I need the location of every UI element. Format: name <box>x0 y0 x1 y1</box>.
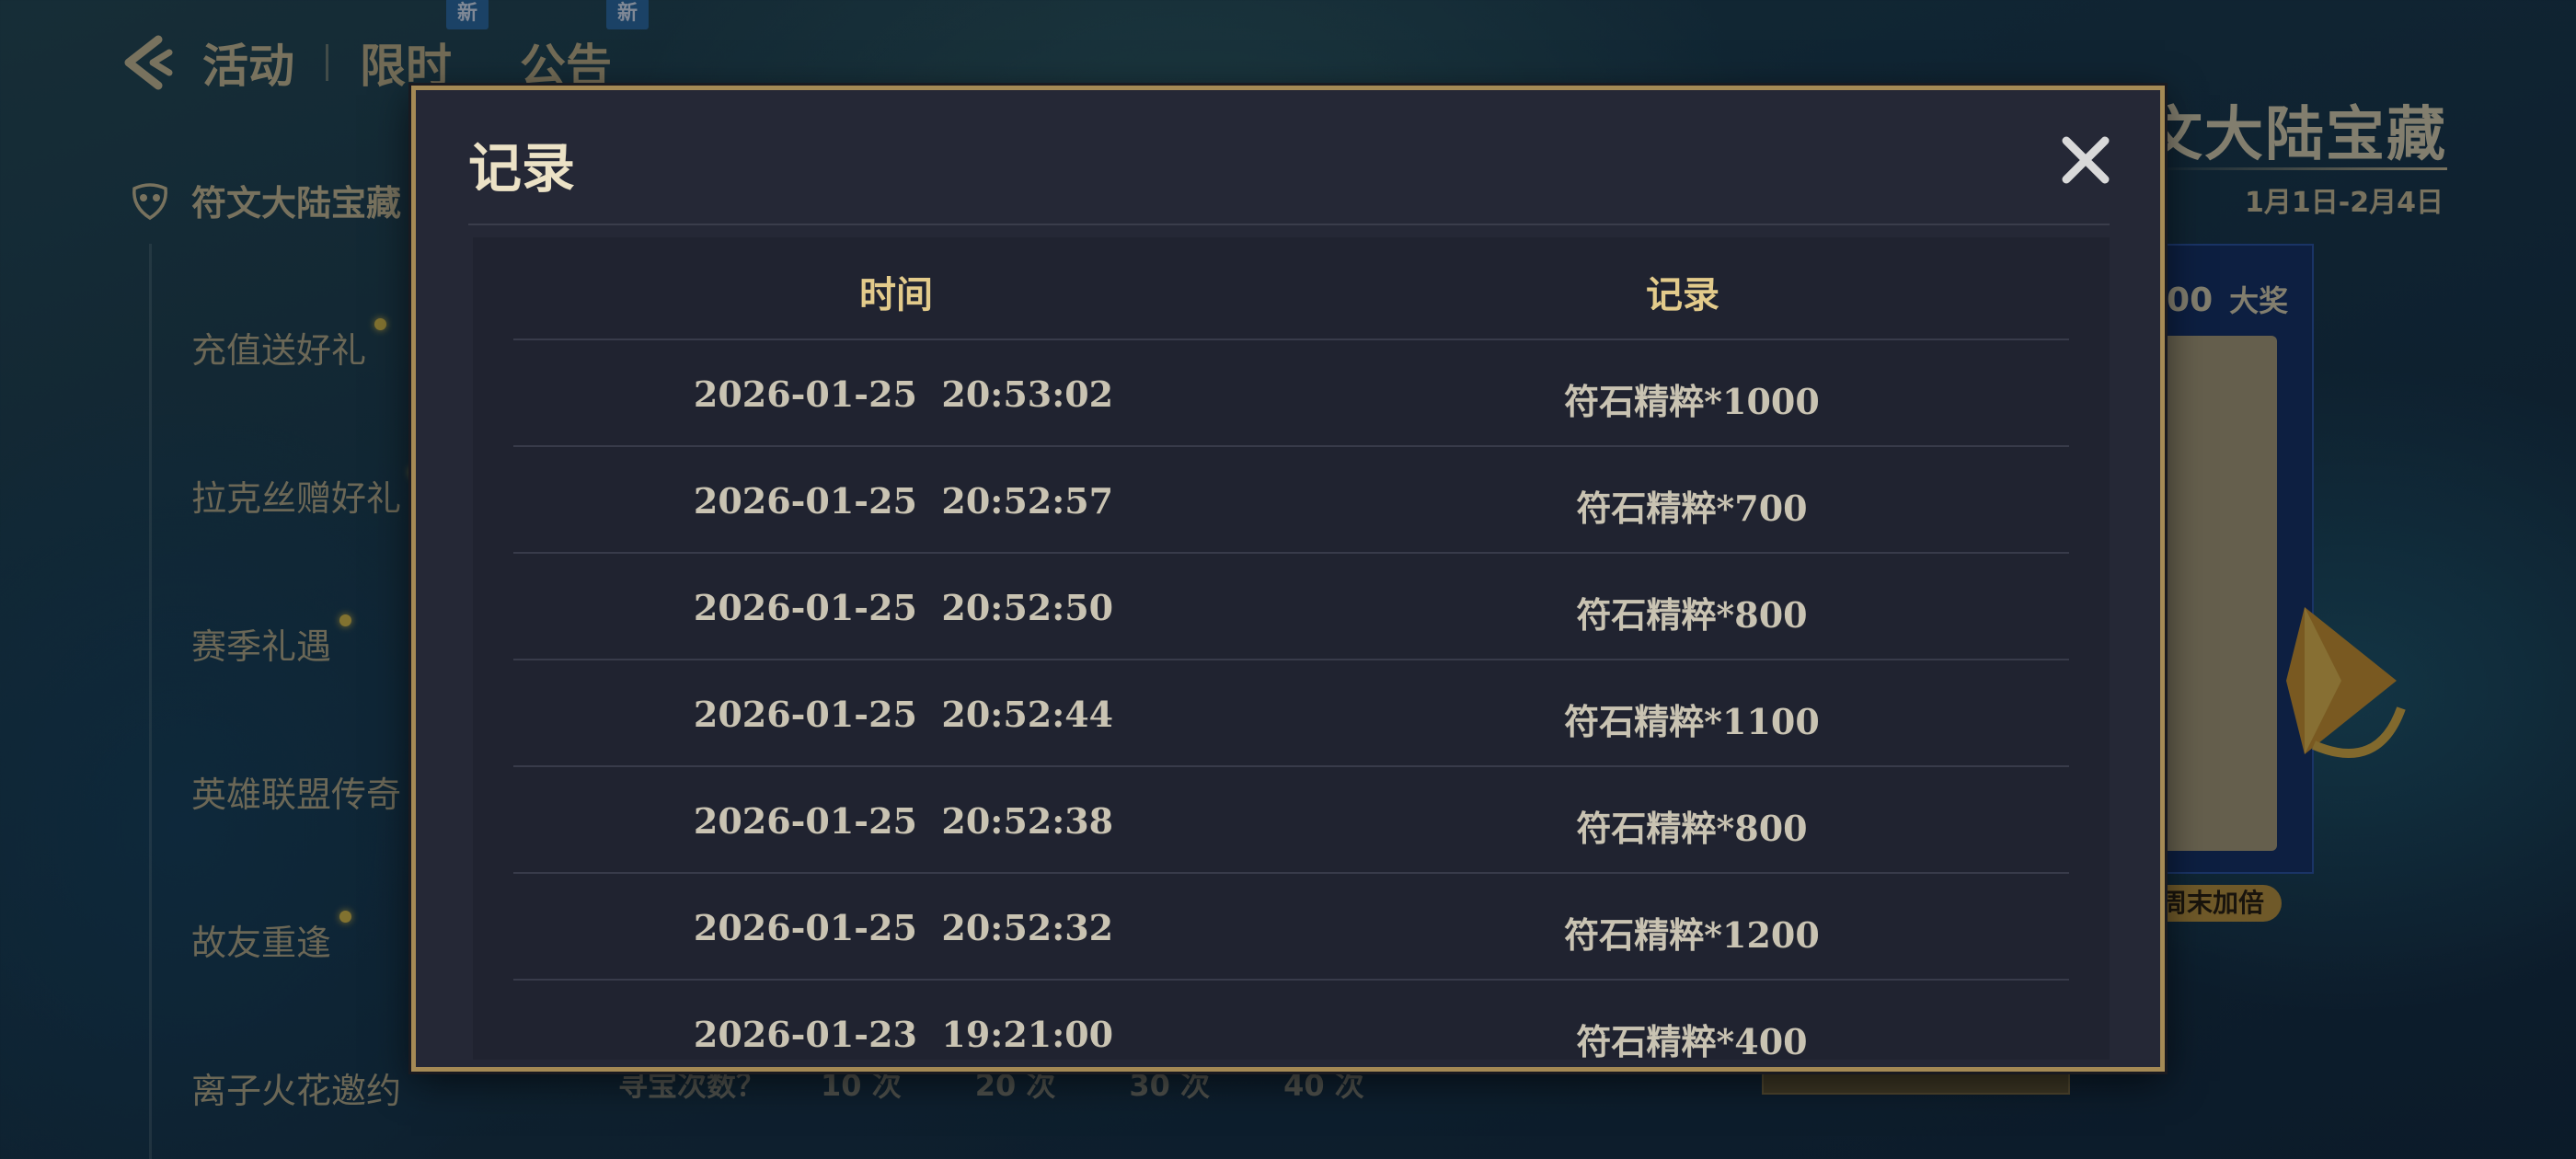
table-row: 2026-01-23 19:21:00 符石精粹*400 <box>513 981 2069 1060</box>
row-time: 2026-01-25 20:53:02 <box>693 373 1114 415</box>
table-row: 2026-01-25 20:53:02 符石精粹*1000 <box>513 340 2069 447</box>
table-row: 2026-01-25 20:52:57 符石精粹*700 <box>513 447 2069 554</box>
row-time: 2026-01-25 20:52:57 <box>693 480 1114 522</box>
table-row: 2026-01-25 20:52:38 符石精粹*800 <box>513 767 2069 874</box>
row-record: 符石精粹*1200 <box>1564 914 1820 956</box>
row-record: 符石精粹*1000 <box>1564 381 1820 422</box>
column-header-time: 时间 <box>859 274 933 316</box>
column-header-record: 记录 <box>1646 274 1719 316</box>
row-time: 2026-01-25 20:52:50 <box>693 587 1114 628</box>
row-record: 符石精粹*700 <box>1576 488 1808 529</box>
row-time: 2026-01-25 20:52:38 <box>693 800 1114 842</box>
title-divider <box>468 224 2110 225</box>
row-time: 2026-01-25 20:52:32 <box>693 907 1114 948</box>
record-table[interactable]: 时间 记录 2026-01-25 20:53:02 符石精粹*1000 2026… <box>473 237 2110 1060</box>
row-record: 符石精粹*800 <box>1576 808 1808 849</box>
table-row: 2026-01-25 20:52:50 符石精粹*800 <box>513 554 2069 660</box>
row-record: 符石精粹*1100 <box>1564 701 1820 742</box>
dialog-title: 记录 <box>468 137 576 200</box>
table-row: 2026-01-25 20:52:44 符石精粹*1100 <box>513 660 2069 767</box>
table-header: 时间 记录 <box>513 237 2069 340</box>
row-record: 符石精粹*800 <box>1576 594 1808 636</box>
table-row: 2026-01-25 20:52:32 符石精粹*1200 <box>513 874 2069 981</box>
row-time: 2026-01-25 20:52:44 <box>693 694 1114 735</box>
row-record: 符石精粹*400 <box>1576 1021 1808 1060</box>
row-time: 2026-01-23 19:21:00 <box>693 1014 1114 1055</box>
close-icon[interactable] <box>2057 132 2114 189</box>
record-dialog: 记录 时间 记录 2026-01-25 20:53:02 符石精粹*1000 2… <box>411 86 2165 1072</box>
